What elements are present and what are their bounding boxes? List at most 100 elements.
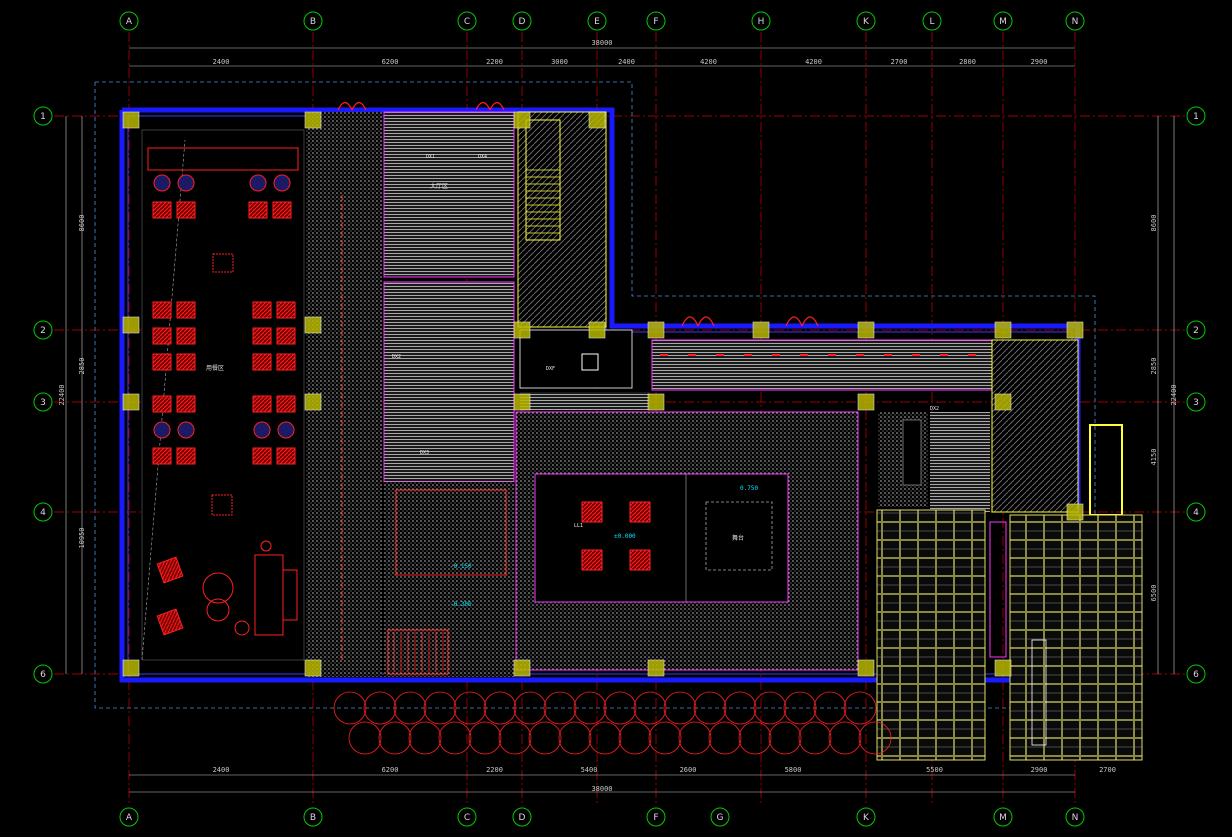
dim-top-segment: 2400 <box>213 58 230 66</box>
dim-top-segment: 6200 <box>382 58 399 66</box>
round-table <box>153 421 171 439</box>
column <box>588 111 606 129</box>
round-table <box>249 174 267 192</box>
chair-pair <box>176 327 196 345</box>
axis-top-H-label: H <box>758 17 765 27</box>
chair-pair <box>272 201 292 219</box>
outdoor-table <box>528 721 562 755</box>
label-stage: 舞台 <box>732 534 744 542</box>
private-room-3 <box>384 482 514 582</box>
round-table <box>253 421 271 439</box>
level-mark-1: 0.750 <box>740 485 758 492</box>
outdoor-table <box>438 721 472 755</box>
axis-top-N-label: N <box>1072 17 1079 27</box>
axis-left-4-label: 4 <box>40 508 46 518</box>
outdoor-table <box>618 721 652 755</box>
tag-dxf: DXF <box>546 366 555 372</box>
axis-top-M-label: M <box>999 17 1007 27</box>
column <box>304 316 322 334</box>
axis-right-2-label: 2 <box>1193 326 1199 336</box>
chair-pair <box>276 447 296 465</box>
column <box>857 393 875 411</box>
axis-left-2-label: 2 <box>40 326 46 336</box>
round-table <box>177 421 195 439</box>
tag-dx4: DX4 <box>478 154 487 160</box>
column <box>994 659 1012 677</box>
column <box>647 393 665 411</box>
axis-bottom-N-label: N <box>1072 813 1079 823</box>
dim-bottom-segment: 2600 <box>680 766 697 774</box>
column <box>304 659 322 677</box>
column <box>304 111 322 129</box>
label-seating-area: 用餐区 <box>206 364 224 372</box>
side-room <box>930 412 990 512</box>
outdoor-table <box>348 721 382 755</box>
chair-pair <box>252 353 272 371</box>
tag-dx1: DX1 <box>426 154 435 160</box>
dim-top-segment: 2200 <box>486 58 503 66</box>
corridor-right <box>651 339 993 391</box>
dim-top-segment: 4200 <box>700 58 717 66</box>
dim-right-segment: 6500 <box>1150 585 1158 602</box>
dim-bottom-segment: 2700 <box>1099 766 1116 774</box>
chair-pair <box>276 301 296 319</box>
dim-left-segment: 10950 <box>78 527 86 548</box>
level-mark-3: -0.300 <box>450 601 472 608</box>
outdoor-table <box>828 721 862 755</box>
chair-pair <box>152 353 172 371</box>
dim-top-total: 38000 <box>591 39 612 47</box>
outdoor-table <box>678 721 712 755</box>
axis-top-B-label: B <box>310 17 316 27</box>
axis-bottom-B-label: B <box>310 813 316 823</box>
stair-right <box>991 339 1079 513</box>
floor-plan-drawing: A B C D E F H K L M NA B C D F G K M N1 12 23 34 46 6 380002400… <box>33 11 1206 827</box>
axis-left-6-label: 6 <box>40 670 46 680</box>
column <box>513 659 531 677</box>
column <box>647 659 665 677</box>
chair-pair <box>152 327 172 345</box>
chair-pair <box>176 301 196 319</box>
dim-top-segment: 2700 <box>891 58 908 66</box>
column <box>304 393 322 411</box>
dim-top-segment: 2400 <box>618 58 635 66</box>
axis-right-4-label: 4 <box>1193 508 1199 518</box>
dim-left-segment: 2850 <box>78 358 86 375</box>
dim-bottom-segment: 5400 <box>581 766 598 774</box>
column <box>752 321 770 339</box>
stage-table <box>629 501 651 523</box>
axis-bottom-F-label: F <box>653 813 658 823</box>
chair-pair <box>176 447 196 465</box>
axis-top-L-label: L <box>929 17 934 27</box>
chair-pair <box>248 201 268 219</box>
round-table <box>177 174 195 192</box>
chair-pair <box>276 327 296 345</box>
chair-pair <box>152 447 172 465</box>
axis-right-6-label: 6 <box>1193 670 1199 680</box>
dim-top-segment: 2800 <box>959 58 976 66</box>
chair-pair <box>252 447 272 465</box>
chair-pair <box>252 327 272 345</box>
dim-bottom-segment: 6200 <box>382 766 399 774</box>
dim-top-segment: 3000 <box>551 58 568 66</box>
stage-table <box>629 549 651 571</box>
column <box>857 659 875 677</box>
chair-pair <box>176 395 196 413</box>
axis-bottom-A-label: A <box>126 813 133 823</box>
outdoor-table <box>498 721 532 755</box>
tag-ll1: LL1 <box>574 523 583 529</box>
kitchen-right <box>1009 514 1143 761</box>
dim-bottom-segment: 5800 <box>785 766 802 774</box>
dim-right-segment: 2850 <box>1150 358 1158 375</box>
chair-pair <box>176 201 196 219</box>
round-table <box>277 421 295 439</box>
axis-top-D-label: D <box>519 17 526 27</box>
axis-top-F-label: F <box>653 17 658 27</box>
column <box>122 316 140 334</box>
chair-pair <box>276 395 296 413</box>
outdoor-table <box>408 721 442 755</box>
axis-bottom-G-label: G <box>717 813 724 823</box>
cad-floor-plan-canvas: ABCDEFHKLMNABCDFGKMN1122334466 38000 2400… <box>0 0 1232 837</box>
dim-bottom-segment: 5500 <box>926 766 943 774</box>
outdoor-table <box>738 721 772 755</box>
chair-pair <box>152 395 172 413</box>
